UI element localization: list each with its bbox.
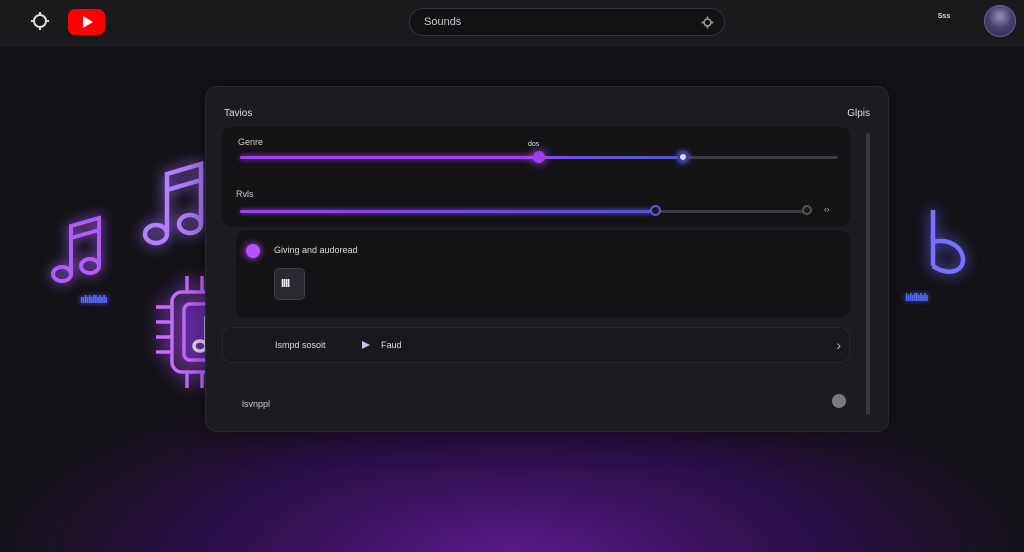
chevron-right-icon[interactable]: › (836, 337, 841, 353)
slider-knob-secondary[interactable] (676, 151, 689, 163)
slider-fill-blue (539, 156, 683, 159)
option-card[interactable]: Giving and audoread llll (236, 230, 850, 318)
panel-title: Tavios (224, 108, 253, 119)
music-note-icon (142, 160, 204, 246)
sliders-card: Genre dos Rvls ‹› (222, 127, 850, 227)
slider-fill (240, 210, 655, 213)
scrollbar[interactable] (866, 133, 870, 415)
radio-selected[interactable] (246, 244, 260, 258)
option-label: Giving and audoread (274, 245, 358, 255)
row-value: Faud (381, 340, 402, 350)
youtube-logo[interactable] (68, 9, 105, 35)
slider-label-rvls: Rvls (236, 189, 254, 199)
panel-right-label[interactable]: Glpis (847, 108, 870, 119)
setting-row[interactable]: Ismpd sosoit Faud › (222, 327, 850, 363)
waveform-right: lılıllılılı (905, 292, 929, 304)
slider-fill-purple (240, 156, 539, 159)
row-label: Ismpd sosoit (275, 340, 326, 350)
slider-knob-primary[interactable] (533, 151, 545, 163)
search-bar[interactable]: Sounds (409, 8, 725, 36)
equalizer-icon: llll (281, 278, 290, 290)
search-input[interactable]: Sounds (424, 16, 461, 28)
top-bar: Sounds Sss (0, 0, 1024, 46)
slider-end-knob[interactable] (802, 205, 812, 215)
account-label[interactable]: Sss (930, 13, 958, 21)
search-icon[interactable] (701, 16, 714, 29)
equalizer-chip[interactable]: llll (274, 268, 305, 300)
waveform-left: ıılılıllılılı (80, 294, 108, 306)
settings-panel: Tavios Glpis Genre dos Rvls ‹› Giving an… (205, 86, 889, 432)
slider-label-genre: Genre (238, 137, 264, 147)
music-note-icon (930, 210, 966, 274)
toggle-button[interactable] (832, 394, 846, 408)
row-label-bottom: lsvnppl (242, 399, 271, 409)
music-note-icon (51, 215, 101, 283)
play-icon (362, 341, 370, 349)
avatar[interactable] (984, 5, 1016, 37)
settings-icon[interactable] (30, 11, 50, 31)
slider-tooltip: dos (528, 141, 540, 148)
volume-icon[interactable]: ‹› (824, 205, 829, 214)
slider-knob[interactable] (649, 205, 661, 216)
